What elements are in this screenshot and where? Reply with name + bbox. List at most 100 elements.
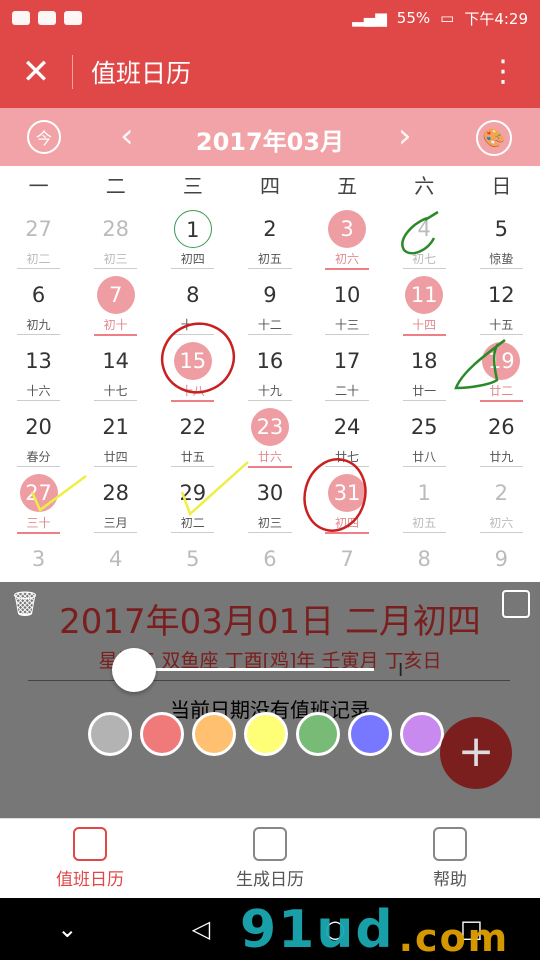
calendar-day[interactable]: 28 三月 [77,470,154,536]
calendar-week: 27 三十 28 三月 29 初二 30 初三 31 初四 1 初五 2 初六 [0,470,540,536]
calendar-day[interactable]: 8 十一 [154,272,231,338]
calendar-day[interactable]: 4 初七 [386,206,463,272]
close-icon[interactable]: ✕ [0,36,72,108]
lunar-date: 初三 [103,252,128,266]
lunar-date: 惊蛰 [489,252,514,266]
day-underline [171,466,215,467]
calendar-day[interactable]: 9 十二 [231,272,308,338]
calendar-day[interactable]: 27 三十 [0,470,77,536]
tab-item[interactable]: 生成日历 [180,819,360,898]
divider [28,680,510,681]
back-icon[interactable]: ◁ [192,915,210,943]
day-number: 25 [410,415,438,439]
calendar-day[interactable]: 6 初九 [0,272,77,338]
battery-percent: 55% [396,9,431,27]
day-number: 2 [494,481,508,505]
lunar-date: 十七 [103,384,128,398]
watermark-text: 91ud [240,900,395,960]
calendar-day[interactable]: 29 初二 [154,470,231,536]
calendar-day[interactable]: 2 初五 [231,206,308,272]
calendar-day[interactable]: 12 十五 [463,272,540,338]
prev-month-icon[interactable]: ‹ [120,114,134,158]
weekday-label: 四 [259,174,280,198]
calendar-day[interactable]: 15 十八 [154,338,231,404]
weekday-label: 三 [182,174,203,198]
calendar-day[interactable]: 11 十四 [386,272,463,338]
day-underline [94,268,138,269]
calendar-week: 27 初二 28 初三 1 初四 2 初五 3 初六 4 初七 5 惊蛰 [0,206,540,272]
day-number: 16 [256,349,284,373]
calendar-day[interactable]: 27 初二 [0,206,77,272]
calendar-day[interactable]: 23 廿六 [231,404,308,470]
calendar-day[interactable]: 21 廿四 [77,404,154,470]
color-swatch[interactable] [192,712,236,756]
color-swatch[interactable] [140,712,184,756]
tab-icon [253,827,287,861]
day-underline [402,400,446,401]
calendar-day[interactable]: 13 十六 [0,338,77,404]
calendar-day[interactable]: 14 十七 [77,338,154,404]
day-underline [16,268,61,269]
lunar-date: 廿四 [103,450,128,464]
lunar-date: 初九 [26,318,51,332]
color-swatch[interactable] [348,712,392,756]
battery-icon: ▭ [440,9,455,27]
calendar-day[interactable]: 25 廿八 [386,404,463,470]
day-number: 12 [487,283,515,307]
calendar-day[interactable]: 24 廿七 [309,404,386,470]
lunar-date: 十五 [489,318,514,332]
day-underline [16,466,61,467]
calendar-day[interactable]: 1 初五 [386,470,463,536]
day-number: 10 [333,283,361,307]
calendar-day[interactable]: 19 廿二 [463,338,540,404]
calendar-day[interactable]: 3 初六 [309,206,386,272]
month-bar: 今 ‹ 2017年03月 › [0,108,540,166]
lunar-date: 三十 [26,516,51,530]
color-swatch[interactable] [296,712,340,756]
calendar-day[interactable]: 17 二十 [309,338,386,404]
calendar-day[interactable]: 5 惊蛰 [463,206,540,272]
day-number: 4 [417,217,431,241]
calendar-day[interactable]: 2 初六 [463,470,540,536]
day-underline [16,400,61,401]
color-swatch[interactable] [400,712,444,756]
tab-icon [433,827,467,861]
add-button[interactable]: + [440,717,512,789]
day-number: 30 [256,481,284,505]
slider-handle[interactable] [112,648,156,692]
slider-track[interactable] [150,668,374,671]
calendar-day[interactable]: 31 初四 [309,470,386,536]
lunar-date: 初五 [412,516,437,530]
tab-item[interactable]: 帮助 [360,819,540,898]
mail-icon [38,11,56,25]
tab-icon [73,827,107,861]
next-month-icon[interactable]: › [398,114,412,158]
day-number: 28 [102,481,130,505]
color-swatch[interactable] [244,712,288,756]
lunar-date: 春分 [26,450,51,464]
lunar-date: 初七 [412,252,437,266]
day-underline [171,400,215,402]
calendar-day[interactable]: 10 十三 [309,272,386,338]
tab-label: 值班日历 [56,870,124,890]
calendar-day[interactable]: 28 初三 [77,206,154,272]
calendar-day[interactable]: 16 十九 [231,338,308,404]
weekday-label: 二 [105,174,126,198]
color-swatch[interactable] [88,712,132,756]
lunar-date: 廿八 [412,450,437,464]
calendar-day[interactable]: 18 廿一 [386,338,463,404]
day-number: 27 [25,217,52,241]
calendar-day[interactable]: 1 初四 [154,206,231,272]
chevron-down-icon[interactable]: ⌄ [57,915,77,943]
tab-item[interactable]: 值班日历 [0,819,180,898]
calendar-day[interactable]: 20 春分 [0,404,77,470]
today-icon[interactable]: 今 [27,120,61,154]
calendar-day[interactable]: 22 廿五 [154,404,231,470]
calendar-day[interactable]: 7 初十 [77,272,154,338]
calendar-day[interactable]: 30 初三 [231,470,308,536]
more-options-icon[interactable]: ⋮ [488,54,518,90]
day-underline [248,532,292,533]
day-underline [325,400,369,401]
palette-icon[interactable]: 🎨 [476,120,512,156]
calendar-day[interactable]: 26 廿九 [463,404,540,470]
